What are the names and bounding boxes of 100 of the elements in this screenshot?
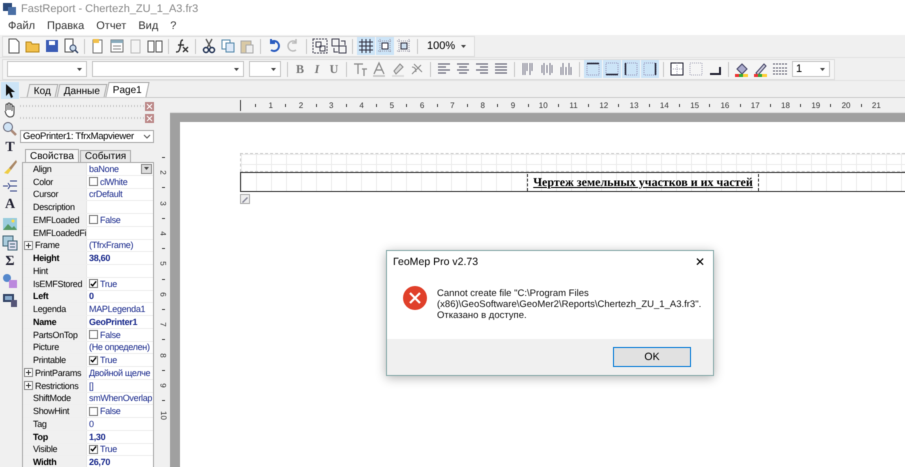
align-bottom-icon[interactable] xyxy=(558,61,574,77)
close-icon[interactable] xyxy=(145,102,154,110)
menu-item[interactable]: Вид xyxy=(132,20,164,32)
ungroup-icon[interactable] xyxy=(331,38,347,54)
tool-letter[interactable]: A xyxy=(1,196,19,213)
tab[interactable]: Данные xyxy=(56,84,108,97)
tab[interactable]: События xyxy=(80,150,132,162)
table-icon[interactable] xyxy=(2,234,18,250)
checkbox[interactable] xyxy=(89,177,98,186)
window-icon[interactable] xyxy=(109,38,125,54)
property-value[interactable]: clWhite xyxy=(87,176,153,188)
property-value[interactable]: 26,70 xyxy=(87,456,153,467)
line-style-icon[interactable] xyxy=(772,61,788,77)
ok-button[interactable]: OK xyxy=(613,347,691,367)
frame-bottom-icon[interactable] xyxy=(604,61,620,77)
property-value[interactable]: True xyxy=(87,354,153,366)
computer-icon[interactable] xyxy=(2,292,18,308)
band-icon[interactable] xyxy=(2,178,18,194)
property-name: ShiftMode xyxy=(23,392,87,404)
expand-icon[interactable] xyxy=(24,240,33,250)
grid-icon[interactable] xyxy=(358,38,374,54)
fill-color-icon[interactable] xyxy=(734,61,750,77)
format-letter[interactable]: B xyxy=(292,62,308,76)
property-name: Color xyxy=(23,176,87,188)
property-value[interactable]: 0 xyxy=(87,290,153,302)
clipboard-icon[interactable] xyxy=(239,38,255,54)
property-value[interactable]: baNone xyxy=(87,163,153,175)
property-value[interactable]: [] xyxy=(87,380,153,392)
format-icon[interactable] xyxy=(409,61,425,77)
format-letter[interactable]: U xyxy=(326,62,342,76)
menu-item[interactable]: Файл xyxy=(2,20,42,32)
text-rotate-icon[interactable] xyxy=(352,61,368,77)
property-value[interactable]: (Не определен) xyxy=(87,342,153,354)
property-value[interactable]: smWhenOverlap xyxy=(87,392,153,404)
checkbox[interactable] xyxy=(89,356,98,365)
ruler-number: 8 xyxy=(158,352,168,358)
property-value[interactable]: (TfrxFrame) xyxy=(87,240,153,252)
property-value[interactable]: False xyxy=(87,328,153,340)
window-title: FastReport - Chertezh_ZU_1_A3.fr3 xyxy=(21,2,198,14)
property-value[interactable]: crDefault xyxy=(87,188,153,200)
tab[interactable]: Код xyxy=(26,84,58,97)
error-message: Cannot create file "C:\Program Files xyxy=(437,288,590,299)
frame-right-icon[interactable] xyxy=(642,61,658,77)
frame-all-icon[interactable] xyxy=(669,61,685,77)
object-combo[interactable]: GeoPrinter1: TfrxMapviewer xyxy=(20,130,154,143)
format-letter[interactable]: I xyxy=(309,62,325,76)
page-magnifier-icon[interactable] xyxy=(63,38,79,54)
menu-item[interactable]: Правка xyxy=(41,20,90,32)
ruler-number: 4 xyxy=(359,100,364,110)
tab[interactable]: Page1 xyxy=(106,82,150,97)
snap-grid-icon[interactable] xyxy=(377,38,393,54)
fit-grid-icon[interactable] xyxy=(396,38,412,54)
app-icon xyxy=(3,2,16,14)
scissors-icon[interactable] xyxy=(201,38,217,54)
expand-icon[interactable] xyxy=(24,381,33,390)
blank-page-icon[interactable] xyxy=(6,38,22,54)
property-value[interactable]: MAPLegenda1 xyxy=(87,303,153,315)
copy-icon[interactable] xyxy=(220,38,236,54)
expand-icon[interactable] xyxy=(24,368,33,378)
checkbox[interactable] xyxy=(89,279,98,288)
menu-item[interactable]: Отчет xyxy=(90,20,132,32)
close-button[interactable]: ✕ xyxy=(695,254,705,268)
ruler-number: 12 xyxy=(599,100,608,110)
group-icon[interactable] xyxy=(312,38,328,54)
frame-top-icon[interactable] xyxy=(585,61,601,77)
combo-box[interactable]: 1 xyxy=(792,61,830,77)
menu-item[interactable]: ? xyxy=(164,20,182,32)
error-message: (x86)\GeoSoftware\GeoMer2\Reports\Chertezh_ZU_1_A3.fr3". xyxy=(437,299,702,310)
property-value[interactable]: True xyxy=(87,278,153,290)
property-value[interactable]: True xyxy=(87,444,153,456)
checkbox[interactable] xyxy=(89,444,98,454)
property-value[interactable]: 0 xyxy=(87,418,153,430)
error-message: Отказано в доступе. xyxy=(437,310,528,321)
book-icon[interactable] xyxy=(147,38,163,54)
function-icon[interactable] xyxy=(174,38,190,54)
dropdown-button[interactable] xyxy=(141,164,152,174)
floppy-icon[interactable] xyxy=(44,38,60,54)
property-value[interactable]: False xyxy=(87,214,153,226)
highlight-icon[interactable] xyxy=(390,61,406,77)
magnifier-icon[interactable] xyxy=(2,120,18,136)
ruler-number: 3 xyxy=(158,200,168,206)
checkbox[interactable] xyxy=(89,406,98,416)
align-middle-icon[interactable] xyxy=(539,61,555,77)
tool-letter[interactable]: T xyxy=(1,139,19,156)
property-value[interactable]: Двойной щелче xyxy=(87,367,153,379)
property-value[interactable]: 38,60 xyxy=(87,252,153,264)
property-name: EMFLoaded xyxy=(23,214,87,226)
picture-icon[interactable] xyxy=(2,216,18,232)
frame-left-icon[interactable] xyxy=(623,61,639,77)
frame-color-icon[interactable] xyxy=(753,61,769,77)
pencil-icon[interactable] xyxy=(240,194,250,204)
font-color-icon[interactable] xyxy=(371,61,387,77)
property-value[interactable]: GeoPrinter1 xyxy=(87,316,153,328)
close-icon[interactable] xyxy=(145,114,154,122)
checkbox[interactable] xyxy=(89,330,98,340)
property-value[interactable]: 1,30 xyxy=(87,430,153,442)
property-value[interactable]: False xyxy=(87,405,153,417)
checkbox[interactable] xyxy=(89,215,98,224)
tool-letter[interactable]: Σ xyxy=(1,253,19,270)
tab[interactable]: Свойства xyxy=(25,149,79,162)
